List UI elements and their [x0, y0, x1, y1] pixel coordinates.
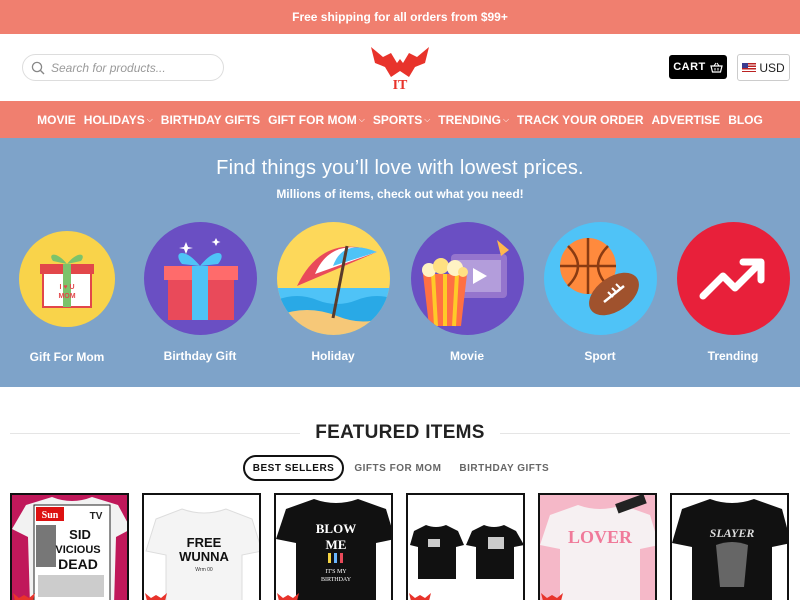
site-header: IT CART USD: [0, 34, 800, 101]
category-label: Movie: [449, 349, 484, 363]
category-movie[interactable]: Movie: [402, 222, 532, 363]
nav-item-blog[interactable]: BLOG: [724, 113, 767, 127]
product-card[interactable]: BLOW ME IT'S MY BIRTHDAY: [274, 493, 393, 600]
nav-item-sports[interactable]: SPORTS ⌵: [369, 113, 434, 127]
nav-item-label: GIFT FOR MOM: [268, 112, 357, 127]
nav-item-birthday-gifts[interactable]: BIRTHDAY GIFTS: [157, 113, 264, 127]
featured-title: FEATURED ITEMS: [315, 422, 485, 443]
chevron-down-icon: ⌵: [146, 115, 153, 124]
product-card[interactable]: SLAYER: [670, 493, 789, 600]
print-birthday: BIRTHDAY: [321, 577, 352, 583]
print-slayer: SLAYER: [710, 526, 755, 540]
shipping-banner: Free shipping for all orders from $99+: [0, 0, 800, 34]
category-sport[interactable]: Sport: [535, 222, 665, 363]
print-me: ME: [326, 537, 347, 552]
logo-badge-icon: [541, 593, 563, 600]
basket-icon: [710, 62, 723, 73]
nav-item-label: SPORTS: [372, 112, 423, 127]
nav-item-label: ADVERTISE: [651, 112, 721, 127]
logo-text: IT: [393, 78, 408, 91]
movie-popcorn-icon: [410, 222, 524, 335]
featured-tabs: BEST SELLERS GIFTS FOR MOM BIRTHDAY GIFT…: [0, 455, 800, 481]
print-free: FREE: [187, 535, 222, 550]
product-image: Sun TV SID VICIOUS DEAD: [12, 495, 127, 600]
tab-gifts-for-mom[interactable]: GIFTS FOR MOM: [346, 455, 449, 481]
site-logo[interactable]: IT: [369, 43, 431, 91]
print-dead: DEAD: [58, 556, 98, 572]
svg-text:MOM: MOM: [58, 293, 75, 300]
chevron-down-icon: ⌵: [358, 115, 365, 124]
category-trending[interactable]: Trending: [668, 222, 798, 363]
trending-arrow-icon: [676, 222, 790, 335]
nav-item-advertise[interactable]: ADVERTISE: [648, 113, 725, 127]
category-list: I ♥ U MOM Gift For Mom Birthday Gift Hol…: [0, 222, 800, 372]
hero-subtitle: Millions of items, check out what you ne…: [276, 187, 524, 201]
nav-item-label: HOLIDAYS: [83, 112, 145, 127]
search-bar[interactable]: [22, 54, 224, 81]
nav-item-label: TRACK YOUR ORDER: [517, 112, 644, 127]
currency-label: USD: [759, 60, 785, 75]
sports-balls-icon: [543, 222, 657, 335]
featured-heading: FEATURED ITEMS: [10, 422, 790, 446]
tab-best-sellers[interactable]: BEST SELLERS: [242, 455, 345, 481]
logo-badge-icon: [13, 593, 35, 600]
product-card[interactable]: [406, 493, 525, 600]
product-image: LOVER: [540, 495, 655, 600]
nav-item-label: BLOG: [728, 112, 763, 127]
search-icon: [31, 61, 45, 74]
shipping-banner-text: Free shipping for all orders from $99+: [292, 10, 508, 24]
print-tv: TV: [90, 511, 103, 522]
nav-item-label: BIRTHDAY GIFTS: [160, 112, 261, 127]
print-sid: SID: [69, 527, 91, 542]
currency-selector[interactable]: USD: [737, 54, 790, 81]
nav-item-label: TRENDING: [438, 112, 501, 127]
print-its-my: IT'S MY: [325, 569, 347, 575]
product-image: SLAYER: [672, 495, 787, 600]
print-blow: BLOW: [316, 521, 356, 536]
main-nav: MOVIE HOLIDAYS ⌵ BIRTHDAY GIFTS GIFT FOR MOM…: [0, 101, 800, 138]
category-label: Birthday Gift: [163, 349, 237, 363]
print-wunna: WUNNA: [179, 549, 229, 564]
logo-badge-icon: [277, 593, 299, 600]
chevron-down-icon: ⌵: [424, 115, 431, 124]
hero-title: Find things you’ll love with lowest pric…: [216, 157, 584, 179]
category-label: Sport: [584, 349, 616, 363]
category-holiday[interactable]: Holiday: [268, 222, 398, 363]
nav-item-holidays[interactable]: HOLIDAYS ⌵: [80, 113, 157, 127]
product-card[interactable]: LOVER: [538, 493, 657, 600]
gift-mom-icon: I ♥ U MOM: [19, 231, 115, 327]
print-small: Wrm 00: [195, 567, 213, 573]
product-card[interactable]: FREE WUNNA Wrm 00: [142, 493, 261, 600]
product-image: [408, 495, 523, 600]
nav-item-gift-for-mom[interactable]: GIFT FOR MOM ⌵: [264, 113, 369, 127]
category-birthday-gift[interactable]: Birthday Gift: [135, 222, 265, 363]
tab-birthday-gifts[interactable]: BIRTHDAY GIFTS: [451, 455, 557, 481]
nav-item-movie[interactable]: MOVIE: [33, 113, 80, 127]
beach-umbrella-icon: [276, 222, 390, 335]
nav-item-label: MOVIE: [37, 112, 76, 127]
category-label: Gift For Mom: [29, 350, 105, 364]
us-flag-icon: [742, 63, 757, 72]
logo-badge-icon: [409, 593, 431, 600]
logo-badge-icon: [145, 593, 167, 600]
print-vicious: VICIOUS: [55, 544, 100, 556]
svg-text:I ♥ U: I ♥ U: [59, 284, 74, 291]
cart-button[interactable]: CART: [669, 55, 727, 79]
product-card[interactable]: Sun TV SID VICIOUS DEAD: [10, 493, 129, 600]
print-sun: Sun: [42, 510, 59, 521]
cart-label: CART: [673, 61, 706, 73]
product-image: FREE WUNNA Wrm 00: [144, 495, 259, 600]
product-image: BLOW ME IT'S MY BIRTHDAY: [276, 495, 391, 600]
product-grid: Sun TV SID VICIOUS DEAD FREE WUNNA Wrm 0…: [10, 493, 790, 600]
category-gift-for-mom[interactable]: I ♥ U MOM Gift For Mom: [2, 222, 132, 364]
category-label: Trending: [707, 349, 759, 363]
print-lover: LOVER: [568, 527, 633, 547]
birthday-gift-icon: [143, 222, 257, 335]
search-input[interactable]: [51, 60, 211, 75]
chevron-down-icon: ⌵: [502, 115, 510, 124]
nav-item-track-your-order[interactable]: TRACK YOUR ORDER: [513, 113, 647, 127]
category-label: Holiday: [311, 349, 355, 363]
nav-item-trending[interactable]: TRENDING ⌵: [434, 113, 513, 127]
hero-banner: Find things you’ll love with lowest pric…: [0, 138, 800, 387]
